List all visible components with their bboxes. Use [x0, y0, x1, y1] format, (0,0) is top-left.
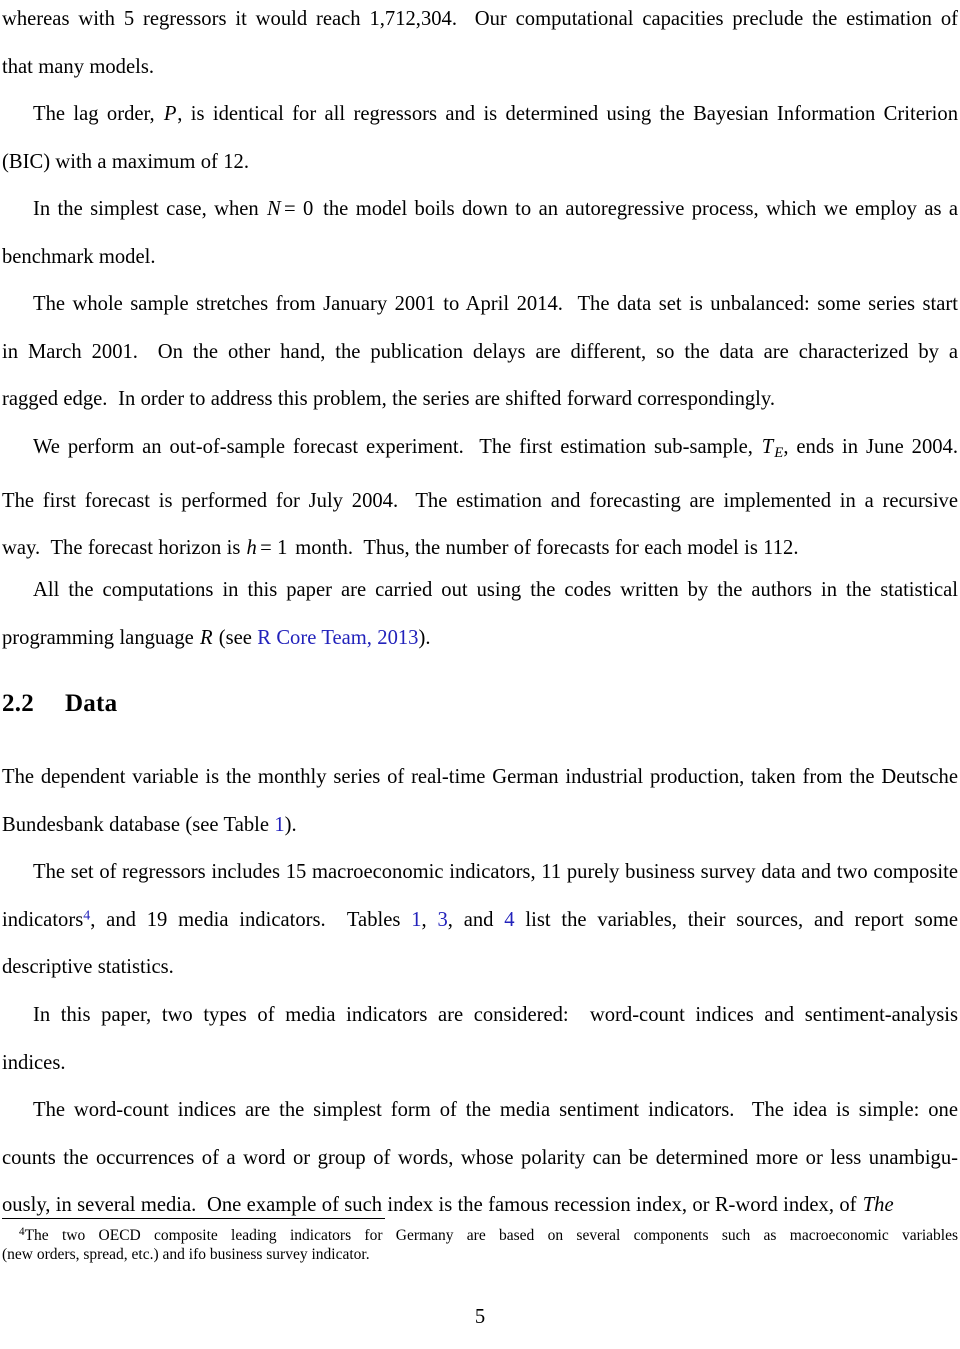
- paragraph-lag-order: The lag order, P, is identical for all r…: [2, 91, 958, 186]
- table-link-4[interactable]: 4: [504, 909, 514, 931]
- text-line: Bundesbank database (see Table 1).: [2, 813, 297, 836]
- citation-link-r-core-team[interactable]: R Core Team, 2013: [257, 627, 418, 649]
- math-var-h: h: [246, 537, 257, 560]
- math-var-P: P: [163, 103, 177, 125]
- page-number: 5: [474, 1306, 486, 1328]
- text-line: indices.: [2, 1051, 66, 1074]
- footnote-line: 4The two OECD composite leading indicato…: [2, 1226, 958, 1245]
- paragraph-regressors: The set of regressors includes 15 macroe…: [2, 849, 958, 992]
- math-var-N: N: [266, 198, 281, 220]
- footnote-marker-link[interactable]: 4: [83, 908, 90, 923]
- paragraph-continuation: whereas with 5 regressors it would reach…: [2, 0, 958, 91]
- text-line: in March 2001. On the other hand, the pu…: [2, 340, 958, 363]
- section-heading-data: 2.2 Data: [2, 690, 958, 718]
- section-number: 2.2: [2, 690, 34, 717]
- text-line: The lag order, P, is identical for all r…: [33, 103, 959, 125]
- paragraph-dependent-variable: The dependent variable is the monthly se…: [2, 754, 958, 849]
- section-title: Data: [65, 690, 118, 717]
- table-link-1[interactable]: 1: [274, 814, 284, 836]
- footnote-4: 4The two OECD composite leading indicato…: [2, 1226, 958, 1265]
- text-line: The first forecast is performed for July…: [2, 489, 958, 512]
- math-var-R: R: [199, 626, 213, 649]
- text-line: whereas with 5 regressors it would reach…: [2, 8, 958, 30]
- paragraph-two-types: In this paper, two types of media indica…: [2, 992, 958, 1087]
- paragraph-forecast-experiment: We perform an out-of-sample forecast exp…: [2, 424, 958, 573]
- text-line: indicators4, and 19 media indicators. Ta…: [2, 907, 958, 931]
- text-line: benchmark model.: [2, 245, 156, 268]
- math-eq-N: = 0: [283, 198, 314, 220]
- table-link-3[interactable]: 3: [437, 909, 447, 931]
- text-line: The word-count indices are the simplest …: [33, 1099, 958, 1121]
- footnote-line-text: The two OECD composite leading indicator…: [24, 1227, 958, 1244]
- math-eq-h: = 1: [260, 537, 288, 560]
- text-line: programming language R (see R Core Team,…: [2, 626, 431, 649]
- paragraph-sample: The whole sample stretches from January …: [2, 281, 958, 424]
- text-line: ragged edge. In order to address this pr…: [2, 388, 775, 411]
- text-line: that many models.: [2, 55, 154, 78]
- text-line: The set of regressors includes 15 macroe…: [33, 861, 958, 883]
- text-line: descriptive statistics.: [2, 956, 174, 979]
- text-line: In this paper, two types of media indica…: [33, 1004, 958, 1026]
- footnote-separator-rule: [2, 1218, 385, 1219]
- paragraph-word-count: The word-count indices are the simplest …: [2, 1087, 958, 1230]
- text-line: We perform an out-of-sample forecast exp…: [33, 436, 959, 462]
- text-line: All the computations in this paper are c…: [33, 579, 958, 601]
- math-var-T: T: [761, 436, 774, 458]
- paragraph-simplest-case: In the simplest case, when N = 0 the mode…: [2, 186, 958, 281]
- text-line: In the simplest case, when N = 0 the mode…: [33, 198, 959, 220]
- footnote-area: 4The two OECD composite leading indicato…: [2, 1218, 958, 1265]
- paper-page: whereas with 5 regressors it would reach…: [0, 0, 960, 1349]
- math-subscript-E: E: [774, 445, 784, 462]
- paragraph-computations: All the computations in this paper are c…: [2, 567, 958, 662]
- footnote-line: (new orders, spread, etc.) and ifo busin…: [2, 1246, 370, 1264]
- text-line: The dependent variable is the monthly se…: [2, 766, 958, 788]
- text-line: way. The forecast horizon is h = 1 month.…: [2, 537, 799, 560]
- italic-the: The: [862, 1194, 894, 1217]
- text-line: The whole sample stretches from January …: [33, 293, 958, 315]
- text-line: counts the occurrences of a word or grou…: [2, 1146, 958, 1169]
- table-link-1b[interactable]: 1: [411, 909, 421, 931]
- text-line: (BIC) with a maximum of 12.: [2, 150, 249, 173]
